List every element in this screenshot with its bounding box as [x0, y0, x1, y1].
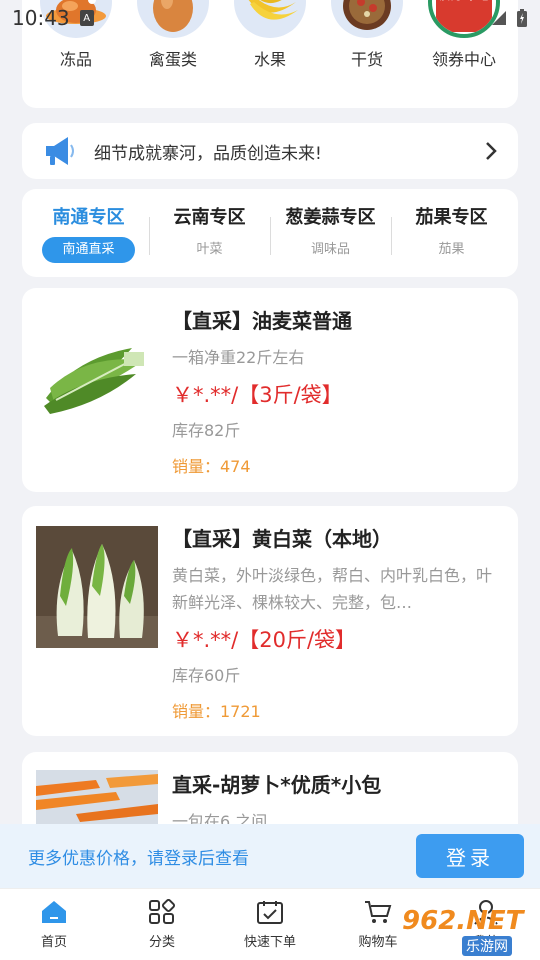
battery-icon	[517, 9, 527, 27]
login-hint: 更多优惠价格，请登录后查看	[28, 848, 249, 869]
nav-item-home[interactable]: 首页	[0, 889, 108, 960]
login-prompt-bar: 更多优惠价格，请登录后查看 登录	[0, 824, 540, 888]
nav-label: 首页	[40, 935, 67, 950]
product-price: ￥*.**/【3斤/袋】	[172, 383, 343, 407]
status-bar: 10:43 A	[0, 0, 540, 36]
nav-item-quick-order[interactable]: 快速下单	[216, 889, 324, 960]
product-card[interactable]: 【直采】油麦菜普通 一箱净重22斤左右 ￥*.**/【3斤/袋】 库存82斤 销…	[22, 288, 518, 492]
status-left: 10:43 A	[12, 6, 94, 30]
zone-subtitle: 南通直采	[42, 237, 135, 263]
product-stock: 库存60斤	[172, 666, 241, 685]
zone-subtitle: 茄果	[438, 242, 465, 257]
tab-scallion-ginger-garlic-zone[interactable]: 葱姜蒜专区 调味品	[270, 189, 391, 277]
product-name: 【直采】黄白菜（本地）	[172, 527, 392, 551]
category-label: 领券中心	[431, 50, 496, 69]
zone-title: 葱姜蒜专区	[285, 207, 376, 228]
zone-subtitle: 叶菜	[196, 242, 223, 257]
category-icon	[149, 899, 176, 924]
tab-yunnan-zone[interactable]: 云南专区 叶菜	[149, 189, 270, 277]
watermark-text: 962.NET	[402, 906, 524, 936]
nav-label: 快速下单	[243, 935, 296, 950]
product-sales: 销量：1721	[172, 702, 261, 721]
category-label: 禽蛋类	[148, 50, 197, 69]
watermark-subtext: 乐游网	[462, 936, 512, 956]
zone-tabs: 南通专区 南通直采 云南专区 叶菜 葱姜蒜专区 调味品 茄果专区 茄果	[22, 189, 518, 277]
product-card[interactable]: 【直采】黄白菜（本地） 黄白菜，外叶淡绿色，帮白、内叶乳白色，叶新鲜光泽、棵株较…	[22, 506, 518, 736]
quick-order-icon	[257, 901, 283, 924]
product-sales: 销量：474	[172, 457, 251, 476]
category-label: 干货	[350, 50, 383, 69]
nav-label: 分类	[148, 935, 175, 950]
product-image-lettuce	[36, 318, 158, 440]
tab-solanaceous-zone[interactable]: 茄果专区 茄果	[391, 189, 512, 277]
product-desc: 黄白菜，外叶淡绿色，帮白、内叶乳白色，叶新鲜光泽、棵株较大、完整，包…	[172, 566, 493, 612]
product-name: 【直采】油麦菜普通	[172, 309, 352, 333]
megaphone-icon	[46, 137, 74, 165]
product-info: 【直采】油麦菜普通 一箱净重22斤左右 ￥*.**/【3斤/袋】 库存82斤 销…	[172, 306, 504, 479]
product-name: 直采-胡萝卜*优质*小包	[172, 773, 382, 797]
home-icon	[42, 901, 66, 923]
product-price: ￥*.**/【20斤/袋】	[172, 628, 357, 652]
login-button[interactable]: 登录	[416, 834, 524, 878]
tab-nantong-zone[interactable]: 南通专区 南通直采	[28, 189, 149, 277]
nav-label: 购物车	[358, 935, 398, 950]
nav-item-category[interactable]: 分类	[108, 889, 216, 960]
chevron-right-icon	[486, 142, 497, 160]
signal-icon	[492, 11, 506, 25]
category-label: 水果	[253, 50, 286, 69]
accessibility-indicator-icon: A	[79, 10, 94, 26]
product-info: 【直采】黄白菜（本地） 黄白菜，外叶淡绿色，帮白、内叶乳白色，叶新鲜光泽、棵株较…	[172, 524, 504, 724]
zone-subtitle: 调味品	[310, 242, 350, 257]
zone-title: 云南专区	[173, 207, 246, 228]
zone-title: 南通专区	[52, 207, 125, 228]
product-stock: 库存82斤	[172, 421, 241, 440]
category-label: 冻品	[59, 50, 92, 69]
status-time: 10:43	[12, 6, 70, 30]
notice-text: 细节成就寨河，品质创造未来!	[94, 143, 322, 164]
watermark-logo: 962.NET 乐游网	[396, 904, 540, 960]
product-desc: 一箱净重22斤左右	[172, 348, 305, 367]
product-image-cabbage	[36, 526, 158, 648]
cart-icon	[365, 901, 392, 923]
status-right	[490, 8, 528, 28]
zone-title: 茄果专区	[415, 207, 488, 228]
notice-bar[interactable]: 细节成就寨河，品质创造未来!	[22, 123, 518, 179]
